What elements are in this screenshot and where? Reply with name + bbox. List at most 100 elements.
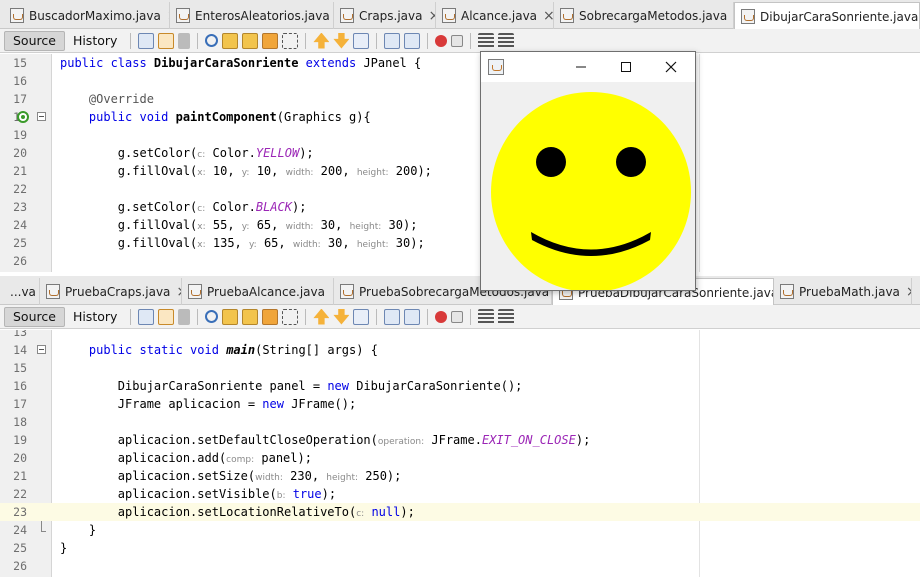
forward-icon[interactable] bbox=[178, 308, 191, 325]
stop-macro-icon[interactable] bbox=[451, 34, 464, 47]
close-icon[interactable]: × bbox=[543, 8, 553, 24]
line-number: 13 bbox=[13, 330, 27, 339]
last-edit-icon[interactable] bbox=[138, 32, 155, 49]
fold-collapse-icon[interactable] bbox=[37, 345, 46, 354]
close-icon[interactable]: × bbox=[429, 8, 436, 24]
rect-select-icon[interactable] bbox=[282, 32, 299, 49]
tab-dibujar-cara-sonriente[interactable]: DibujarCaraSonriente.java bbox=[734, 2, 920, 30]
tab-label: ...va bbox=[10, 284, 36, 299]
uncomment-icon[interactable] bbox=[498, 32, 515, 49]
last-edit-icon[interactable] bbox=[138, 308, 155, 325]
jframe-window[interactable] bbox=[480, 51, 696, 291]
tab-label: PruebaMath.java bbox=[799, 284, 900, 299]
code-line: 26 bbox=[0, 252, 920, 270]
stop-macro-icon[interactable] bbox=[451, 310, 464, 323]
code-line: 19 aplicacion.setDefaultCloseOperation(o… bbox=[0, 431, 920, 449]
bottom-code-editor[interactable]: 13 14 public static void main(String[] a… bbox=[0, 330, 920, 577]
prev-bookmark-icon[interactable] bbox=[313, 32, 330, 49]
maximize-icon bbox=[621, 62, 631, 72]
code-line: 21 aplicacion.setSize(width: 230, height… bbox=[0, 467, 920, 485]
source-button[interactable]: Source bbox=[4, 306, 65, 327]
comment-icon[interactable] bbox=[478, 308, 495, 325]
code-line: 18 public void paintComponent(Graphics g… bbox=[0, 108, 920, 126]
line-code: } bbox=[60, 523, 97, 537]
tab-label: BuscadorMaximo.java bbox=[29, 8, 161, 23]
next-bookmark-icon[interactable] bbox=[333, 308, 350, 325]
shift-left-icon[interactable] bbox=[384, 308, 401, 325]
source-button[interactable]: Source bbox=[4, 30, 65, 51]
find-next-icon[interactable] bbox=[242, 32, 259, 49]
code-line: 18 bbox=[0, 413, 920, 431]
java-file-icon bbox=[560, 8, 574, 23]
line-number: 21 bbox=[13, 164, 27, 178]
line-code: JFrame aplicacion = new JFrame(); bbox=[60, 397, 357, 411]
back-icon[interactable] bbox=[158, 32, 175, 49]
face-circle bbox=[491, 92, 691, 290]
tab-buscador-maximo[interactable]: BuscadorMaximo.java× bbox=[4, 2, 170, 29]
find-next-icon[interactable] bbox=[242, 308, 259, 325]
find-icon[interactable] bbox=[205, 34, 219, 47]
uncomment-icon[interactable] bbox=[498, 308, 515, 325]
shift-right-icon[interactable] bbox=[404, 308, 421, 325]
toggle-highlight-icon[interactable] bbox=[262, 308, 279, 325]
line-code: public class DibujarCaraSonriente extend… bbox=[60, 56, 422, 70]
override-marker-icon[interactable] bbox=[17, 111, 29, 123]
code-line: 22 aplicacion.setVisible(b: true); bbox=[0, 485, 920, 503]
line-number: 14 bbox=[13, 343, 27, 357]
maximize-button[interactable] bbox=[604, 52, 648, 82]
tab-enteros-aleatorios[interactable]: EnterosAleatorios.java× bbox=[170, 2, 334, 29]
line-code: aplicacion.setSize(width: 230, height: 2… bbox=[60, 469, 402, 483]
find-previous-icon[interactable] bbox=[222, 32, 239, 49]
minimize-button[interactable] bbox=[559, 52, 603, 82]
tab-prueba-alcance[interactable]: PruebaAlcance.java× bbox=[182, 278, 334, 305]
tab-truncated[interactable]: ...va bbox=[4, 278, 40, 305]
find-icon[interactable] bbox=[205, 310, 219, 323]
toolbar-separator bbox=[427, 32, 429, 49]
toggle-bookmark-icon[interactable] bbox=[353, 308, 370, 325]
minimize-icon bbox=[576, 66, 586, 68]
forward-icon[interactable] bbox=[178, 32, 191, 49]
line-number: 21 bbox=[13, 469, 27, 483]
java-file-icon bbox=[46, 284, 60, 299]
close-icon[interactable]: × bbox=[906, 284, 911, 300]
record-macro-icon[interactable] bbox=[435, 34, 448, 47]
line-number: 24 bbox=[13, 218, 27, 232]
tab-prueba-math[interactable]: PruebaMath.java × bbox=[774, 278, 912, 305]
shift-right-icon[interactable] bbox=[404, 32, 421, 49]
line-number: 17 bbox=[13, 397, 27, 411]
rect-select-icon[interactable] bbox=[282, 308, 299, 325]
shift-left-icon[interactable] bbox=[384, 32, 401, 49]
next-bookmark-icon[interactable] bbox=[333, 32, 350, 49]
window-titlebar[interactable] bbox=[481, 52, 695, 82]
line-number: 25 bbox=[13, 541, 27, 555]
tab-sobrecarga-metodos[interactable]: SobrecargaMetodos.java× bbox=[554, 2, 734, 29]
line-number: 23 bbox=[13, 200, 27, 214]
find-previous-icon[interactable] bbox=[222, 308, 239, 325]
code-line: 15 bbox=[0, 359, 920, 377]
line-code: DibujarCaraSonriente panel = new Dibujar… bbox=[60, 379, 523, 393]
smiley-face-panel bbox=[491, 92, 691, 290]
prev-bookmark-icon[interactable] bbox=[313, 308, 330, 325]
tab-prueba-craps[interactable]: PruebaCraps.java× bbox=[40, 278, 182, 305]
line-code: aplicacion.setVisible(b: true); bbox=[60, 487, 337, 501]
toggle-highlight-icon[interactable] bbox=[262, 32, 279, 49]
code-line: 13 bbox=[0, 330, 920, 341]
line-code: g.fillOval(x: 10, y: 10, width: 200, hei… bbox=[60, 164, 432, 178]
code-line: 23 g.setColor(c: Color.BLACK); bbox=[0, 198, 920, 216]
line-number: 26 bbox=[13, 559, 27, 573]
top-code-editor[interactable]: 15 public class DibujarCaraSonriente exte… bbox=[0, 54, 920, 272]
line-number: 24 bbox=[13, 523, 27, 537]
history-button[interactable]: History bbox=[65, 307, 125, 327]
back-icon[interactable] bbox=[158, 308, 175, 325]
comment-icon[interactable] bbox=[478, 32, 495, 49]
toggle-bookmark-icon[interactable] bbox=[353, 32, 370, 49]
line-number: 17 bbox=[13, 92, 27, 106]
record-macro-icon[interactable] bbox=[435, 310, 448, 323]
tab-alcance[interactable]: Alcance.java × bbox=[436, 2, 554, 29]
line-code: g.fillOval(x: 55, y: 65, width: 30, heig… bbox=[60, 218, 418, 232]
tab-craps[interactable]: Craps.java × bbox=[334, 2, 436, 29]
fold-collapse-icon[interactable] bbox=[37, 112, 46, 121]
history-button[interactable]: History bbox=[65, 31, 125, 51]
close-button[interactable] bbox=[649, 52, 693, 82]
code-line: 17 @Override bbox=[0, 90, 920, 108]
